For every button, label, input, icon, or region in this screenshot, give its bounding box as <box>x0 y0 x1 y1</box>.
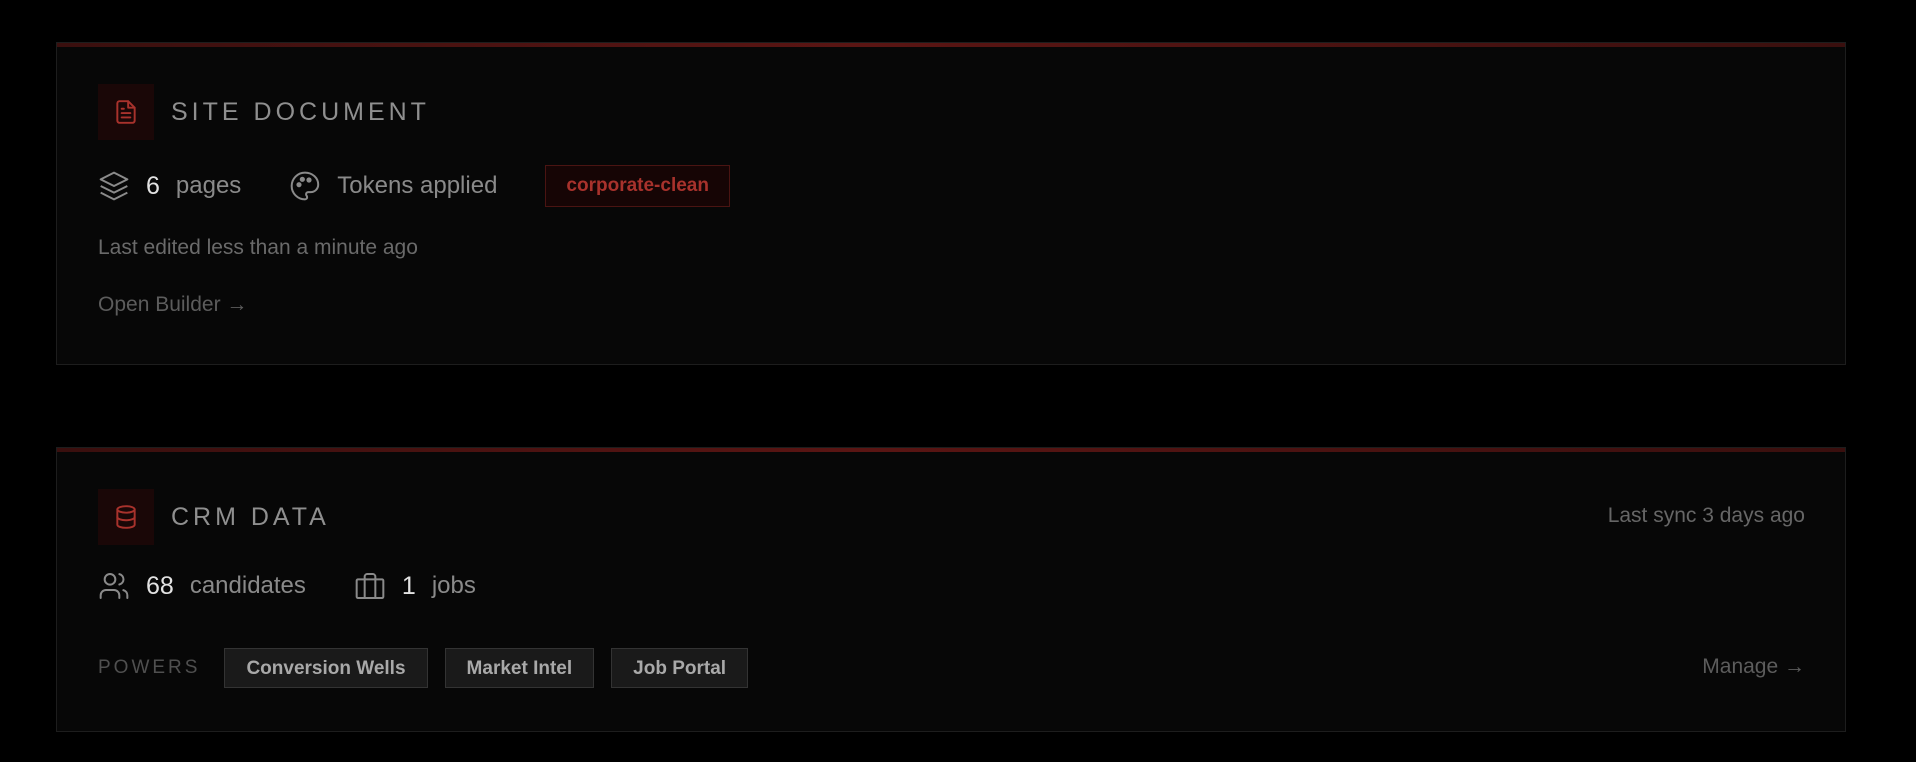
crm-data-header: CRM DATA <box>98 489 330 545</box>
pages-unit: pages <box>175 172 242 199</box>
database-icon <box>98 489 154 545</box>
powers-row: POWERS Conversion Wells Market Intel Job… <box>98 648 765 688</box>
candidates-unit: candidates <box>189 572 306 599</box>
site-document-stats: 6 pages Tokens applied corporate-clean <box>98 165 730 207</box>
document-icon <box>98 84 154 140</box>
pages-stat: 6 pages <box>98 170 241 202</box>
section-title: CRM DATA <box>171 502 330 531</box>
power-chip-job-portal[interactable]: Job Portal <box>611 648 749 688</box>
last-edited-text: Last edited less than a minute ago <box>98 236 418 259</box>
card-accent-bar <box>57 448 1845 452</box>
token-badge[interactable]: corporate-clean <box>545 165 730 207</box>
power-chip-market-intel[interactable]: Market Intel <box>444 648 595 688</box>
section-title: SITE DOCUMENT <box>171 97 430 126</box>
candidates-count: 68 <box>146 571 174 600</box>
powers-label: POWERS <box>98 657 201 678</box>
pages-count: 6 <box>146 171 160 200</box>
manage-link[interactable]: Manage → <box>1702 655 1805 679</box>
open-builder-link[interactable]: Open Builder → <box>98 293 247 317</box>
card-accent-bar <box>57 43 1845 47</box>
jobs-stat: 1 jobs <box>354 570 476 602</box>
briefcase-icon <box>355 573 385 599</box>
crm-data-stats: 68 candidates 1 jobs <box>98 570 524 602</box>
users-icon <box>99 573 129 599</box>
last-sync-text: Last sync 3 days ago <box>1607 504 1805 527</box>
power-chip-conversion-wells[interactable]: Conversion Wells <box>224 648 428 688</box>
layers-icon <box>99 171 129 201</box>
candidates-stat: 68 candidates <box>98 570 306 602</box>
tokens-applied-text: Tokens applied <box>337 172 498 199</box>
jobs-unit: jobs <box>431 572 476 599</box>
crm-data-card: CRM DATA Last sync 3 days ago 68 candida… <box>56 447 1846 732</box>
site-document-header: SITE DOCUMENT <box>98 84 430 140</box>
palette-icon <box>290 171 320 201</box>
site-document-card: SITE DOCUMENT 6 pages Tokens applied cor… <box>56 42 1846 365</box>
jobs-count: 1 <box>401 571 416 600</box>
tokens-stat: Tokens applied <box>289 170 497 202</box>
